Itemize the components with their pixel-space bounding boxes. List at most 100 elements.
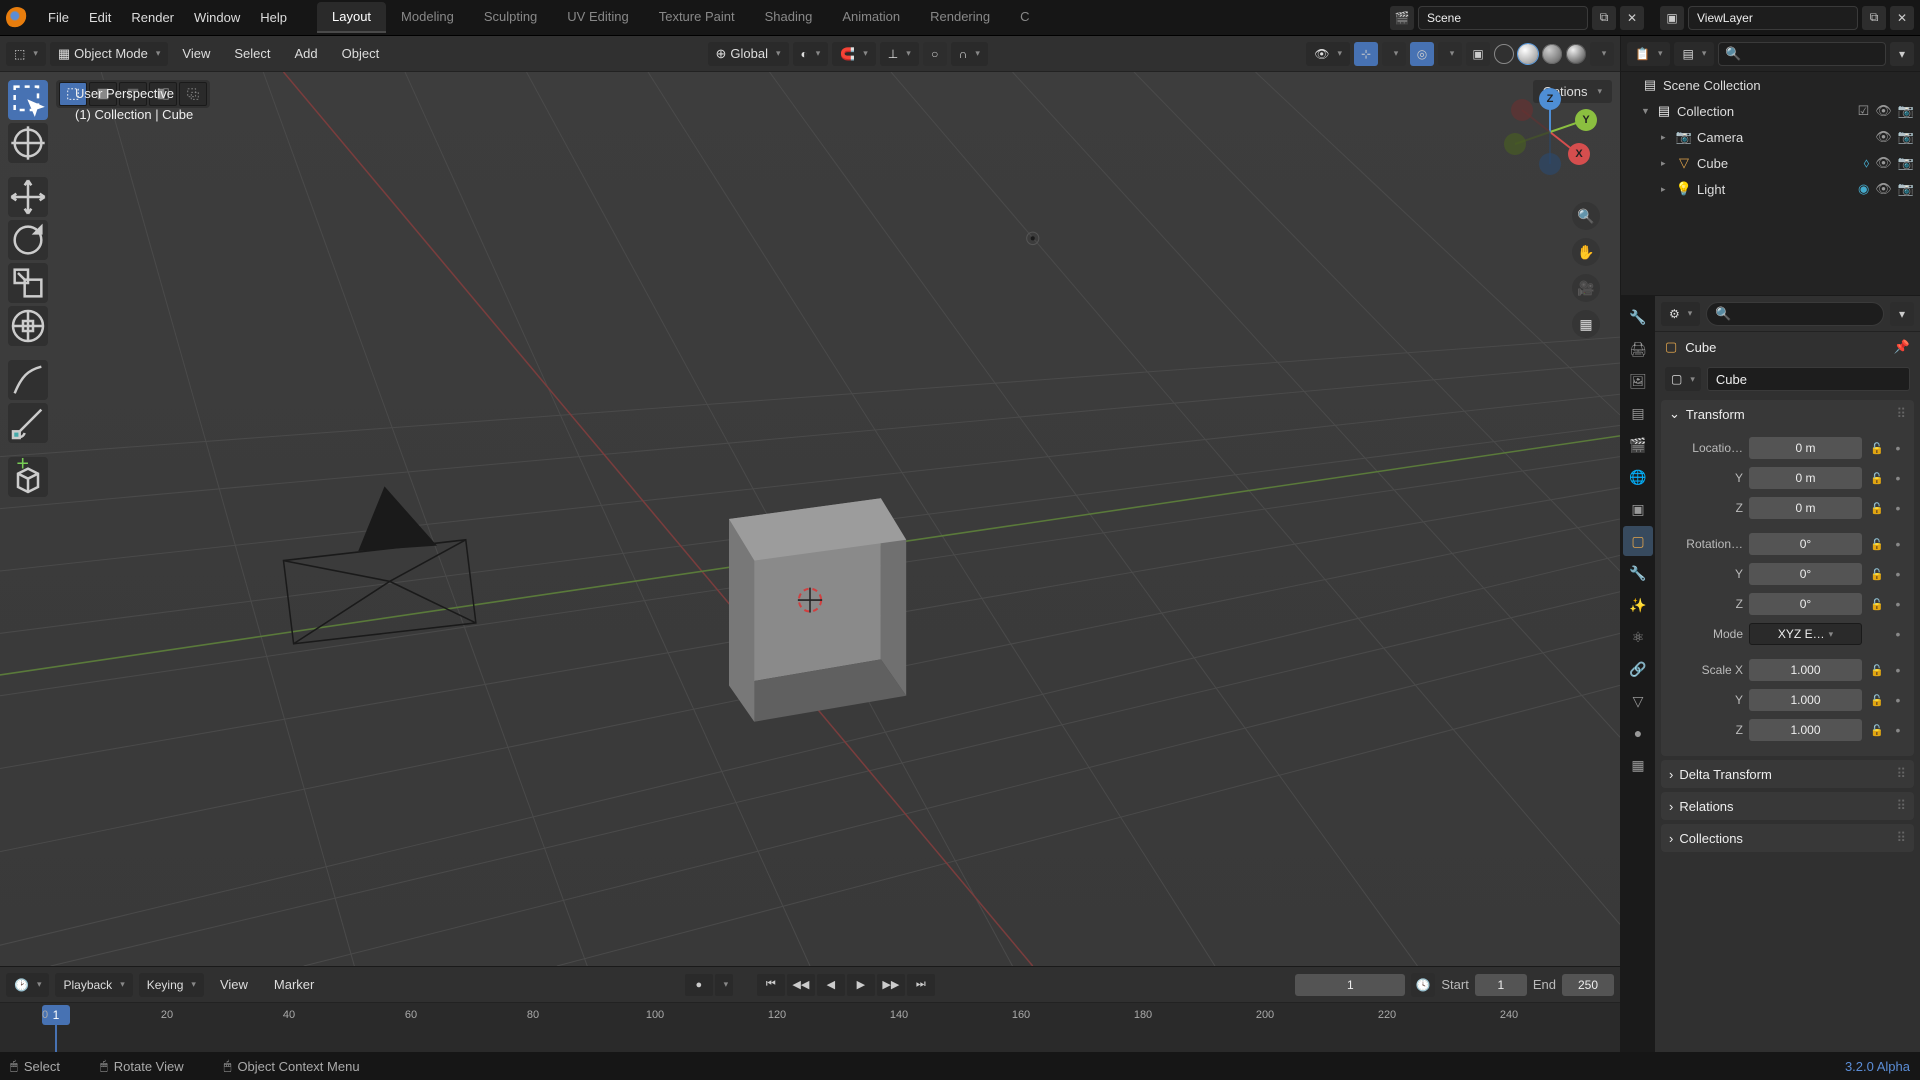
pivot-selector[interactable]: ◐ — [793, 42, 829, 66]
props-options-button[interactable]: ▾ — [1890, 302, 1914, 326]
orientation-selector[interactable]: ⊕ Global — [708, 42, 789, 66]
jump-prev-key-button[interactable]: ◀◀ — [787, 974, 815, 996]
3d-viewport[interactable]: Options User Perspective (1) Collection … — [0, 72, 1620, 966]
menu-file[interactable]: File — [38, 4, 79, 31]
light-data-icon[interactable]: ◉ — [1858, 181, 1869, 197]
workspace-tab-modeling[interactable]: Modeling — [386, 2, 469, 33]
delta-transform-panel-header[interactable]: ›Delta Transform⠿ — [1661, 760, 1914, 788]
lock-icon[interactable]: 🔓 — [1868, 724, 1886, 737]
lock-icon[interactable]: 🔓 — [1868, 538, 1886, 551]
timeline-editor-type[interactable]: 🕑 — [6, 973, 49, 997]
tool-scale[interactable] — [8, 263, 48, 303]
axis-x-icon[interactable]: X — [1568, 143, 1590, 165]
location-z-field[interactable]: 0 m — [1749, 497, 1862, 519]
tool-rotate[interactable] — [8, 220, 48, 260]
shading-options[interactable] — [1590, 42, 1614, 66]
axis-neg-y-icon[interactable] — [1504, 133, 1526, 155]
visibility-selector[interactable]: 👁 — [1306, 42, 1350, 66]
start-frame-field[interactable]: 1 — [1475, 974, 1527, 996]
outliner-item-light[interactable]: ▸💡Light◉👁📷 — [1621, 176, 1920, 202]
prop-tab-output[interactable]: 🖼 — [1623, 366, 1653, 396]
hide-viewport-toggle[interactable]: 👁 — [1875, 155, 1892, 171]
menu-render[interactable]: Render — [121, 4, 184, 31]
lock-icon[interactable]: 🔓 — [1868, 598, 1886, 611]
tool-add-cube[interactable]: + — [8, 457, 48, 497]
proportional-edit-toggle[interactable]: ○ — [923, 42, 947, 66]
prop-tab-viewlayer[interactable]: ▤ — [1623, 398, 1653, 428]
camera-view-icon[interactable]: 🎥 — [1572, 274, 1600, 302]
prop-tab-data[interactable]: ▽ — [1623, 686, 1653, 716]
collapse-icon[interactable]: ▼ — [1641, 106, 1655, 116]
rotation-y-field[interactable]: 0° — [1749, 563, 1862, 585]
workspace-tab-texturepaint[interactable]: Texture Paint — [644, 2, 750, 33]
hide-viewport-toggle[interactable]: 👁 — [1875, 103, 1892, 119]
viewport-menu-object[interactable]: Object — [332, 40, 390, 67]
workspace-tab-more[interactable]: C — [1005, 2, 1044, 33]
pan-icon[interactable]: ✋ — [1572, 238, 1600, 266]
snap-toggle[interactable]: 🧲 — [832, 42, 875, 66]
viewlayer-name-field[interactable]: ViewLayer — [1688, 6, 1858, 30]
location-x-field[interactable]: 0 m — [1749, 437, 1862, 459]
navigation-gizmo[interactable]: X Y Z — [1500, 82, 1600, 182]
jump-to-end-button[interactable]: ⏭ — [907, 974, 935, 996]
hide-viewport-toggle[interactable]: 👁 — [1875, 181, 1892, 197]
disable-render-toggle[interactable]: 📷 — [1898, 181, 1914, 197]
outliner-collection[interactable]: ▼ ▤ Collection ☑ 👁 📷 — [1621, 98, 1920, 124]
editor-type-button[interactable]: ⬚ — [6, 42, 46, 66]
delete-scene-button[interactable]: ✕ — [1620, 6, 1644, 30]
overlays-toggle[interactable]: ◎ — [1410, 42, 1434, 66]
prop-tab-physics[interactable]: ⚛ — [1623, 622, 1653, 652]
transform-panel-header[interactable]: ⌄ Transform ⠿ — [1661, 400, 1914, 428]
outliner-filter-button[interactable]: ▾ — [1890, 42, 1914, 66]
outliner-display-mode[interactable]: ▤ — [1674, 42, 1714, 66]
expand-icon[interactable]: ▸ — [1661, 184, 1675, 195]
expand-icon[interactable]: ▸ — [1661, 132, 1675, 143]
expand-icon[interactable]: ▸ — [1661, 158, 1675, 169]
keyframe-dot-icon[interactable]: • — [1892, 470, 1904, 486]
workspace-tab-layout[interactable]: Layout — [317, 2, 386, 33]
panel-grip-icon[interactable]: ⠿ — [1896, 406, 1906, 422]
panel-grip-icon[interactable]: ⠿ — [1896, 766, 1906, 782]
keyframe-dot-icon[interactable]: • — [1892, 692, 1904, 708]
autokey-options[interactable] — [715, 974, 733, 996]
outliner-search-input[interactable]: 🔍 — [1718, 42, 1886, 66]
prop-tab-tool[interactable]: 🔧 — [1623, 302, 1653, 332]
autokey-toggle[interactable]: ● — [685, 974, 713, 996]
proportional-falloff[interactable]: ∩ — [951, 42, 988, 66]
shading-material[interactable] — [1542, 44, 1562, 64]
shading-solid[interactable] — [1518, 44, 1538, 64]
shading-rendered[interactable] — [1566, 44, 1586, 64]
rotation-z-field[interactable]: 0° — [1749, 593, 1862, 615]
disable-render-toggle[interactable]: 📷 — [1898, 155, 1914, 171]
disable-render-toggle[interactable]: 📷 — [1898, 129, 1914, 145]
panel-grip-icon[interactable]: ⠿ — [1896, 798, 1906, 814]
prop-tab-particles[interactable]: ✨ — [1623, 590, 1653, 620]
tool-cursor[interactable] — [8, 123, 48, 163]
outliner-editor-type[interactable]: 📋 — [1627, 42, 1670, 66]
props-search-input[interactable]: 🔍 — [1706, 302, 1884, 326]
tool-move[interactable] — [8, 177, 48, 217]
perspective-toggle-icon[interactable]: ▦ — [1572, 310, 1600, 338]
axis-neg-z-icon[interactable] — [1539, 153, 1561, 175]
overlays-options[interactable] — [1438, 42, 1462, 66]
prop-tab-modifiers[interactable]: 🔧 — [1623, 558, 1653, 588]
datablock-selector[interactable]: ▢ — [1665, 367, 1701, 391]
lock-icon[interactable]: 🔓 — [1868, 694, 1886, 707]
disable-render-toggle[interactable]: 📷 — [1898, 103, 1914, 119]
selectable-toggle[interactable]: ⬨ — [1863, 155, 1869, 171]
keyframe-dot-icon[interactable]: • — [1892, 722, 1904, 738]
tool-annotate[interactable] — [8, 360, 48, 400]
axis-neg-x-icon[interactable] — [1511, 99, 1533, 121]
menu-window[interactable]: Window — [184, 4, 250, 31]
panel-grip-icon[interactable]: ⠿ — [1896, 830, 1906, 846]
relations-panel-header[interactable]: ›Relations⠿ — [1661, 792, 1914, 820]
zoom-icon[interactable]: 🔍 — [1572, 202, 1600, 230]
jump-next-key-button[interactable]: ▶▶ — [877, 974, 905, 996]
gizmo-toggle[interactable]: ⊹ — [1354, 42, 1378, 66]
delete-viewlayer-button[interactable]: ✕ — [1890, 6, 1914, 30]
workspace-tab-uvediting[interactable]: UV Editing — [552, 2, 643, 33]
menu-edit[interactable]: Edit — [79, 4, 121, 31]
current-frame-field[interactable]: 1 — [1295, 974, 1405, 996]
keyframe-dot-icon[interactable]: • — [1892, 500, 1904, 516]
menu-help[interactable]: Help — [250, 4, 297, 31]
